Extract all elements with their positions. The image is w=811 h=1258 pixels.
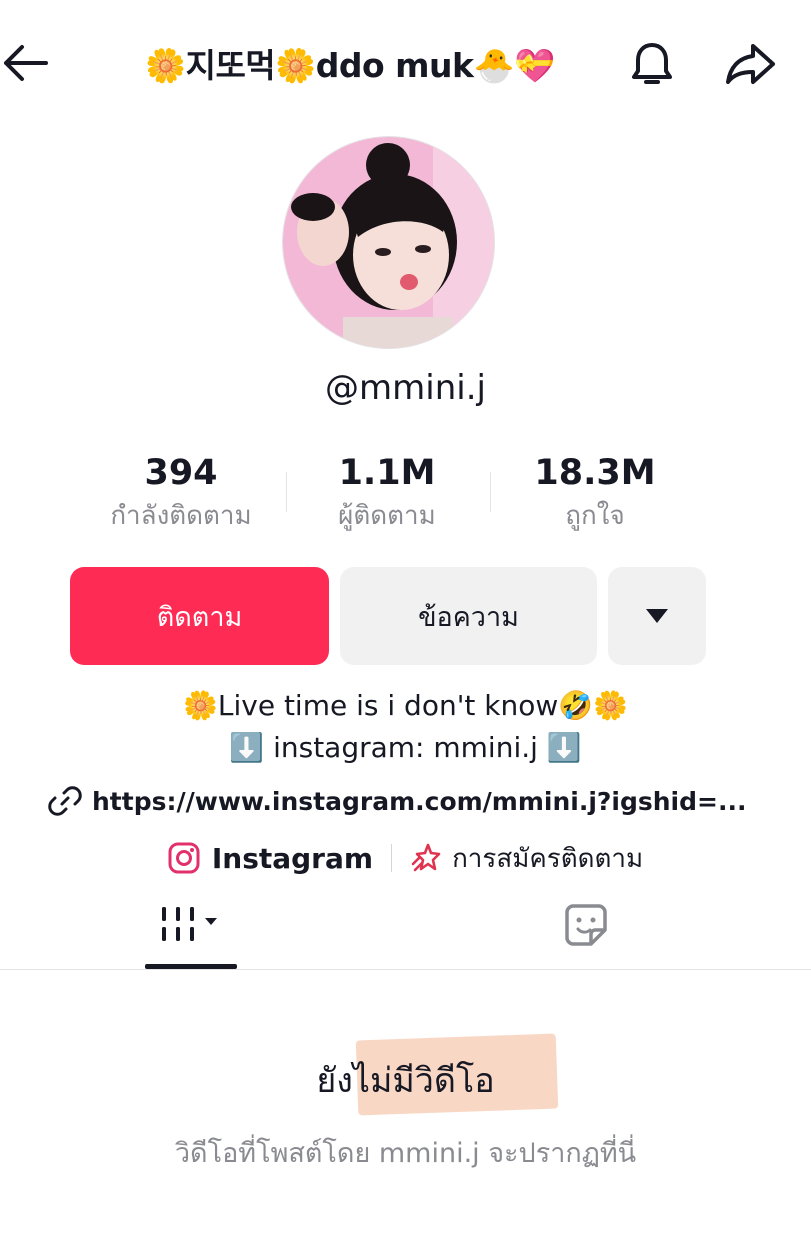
sticker-icon [565, 904, 607, 946]
caret-down-icon [646, 609, 668, 623]
active-tab-indicator [145, 964, 237, 969]
instagram-label: Instagram [211, 841, 374, 875]
notification-button[interactable] [626, 38, 678, 90]
profile-stats: 394 กำลังติดตาม 1.1M ผู้ติดตาม 18.3M ถูก… [0, 450, 811, 540]
stat-likes[interactable]: 18.3M ถูกใจ [520, 450, 670, 536]
follow-button[interactable]: ติดตาม [70, 567, 329, 665]
followers-count: 1.1M [338, 453, 436, 493]
back-arrow-icon [4, 45, 48, 81]
bell-icon [632, 43, 672, 84]
subscription-label: การสมัครติดตาม [452, 843, 644, 874]
empty-state-title: ยังไม่มีวิดีโอ [316, 1061, 495, 1101]
following-label: กำลังติดตาม [110, 501, 252, 531]
bio-line: ⬇️ instagram: mmini.j ⬇️ [229, 731, 582, 764]
empty-state-subtitle: วิดีโอที่โพสต์โดย mmini.j จะปรากฏที่นี่ [174, 1138, 637, 1169]
following-count: 394 [144, 453, 218, 493]
bio-link-text: https://www.instagram.com/mmini.j?igshid… [92, 786, 747, 816]
stat-followers[interactable]: 1.1M ผู้ติดตาม [320, 450, 454, 536]
share-icon [726, 44, 775, 84]
more-button[interactable] [608, 567, 706, 665]
tab-videos[interactable] [145, 895, 237, 969]
link-icon [48, 786, 82, 816]
empty-state: ยังไม่มีวิดีโอ [0, 1055, 811, 1107]
likes-label: ถูกใจ [565, 501, 625, 531]
videos-grid-icon [162, 907, 217, 941]
subscription-star-icon [411, 843, 441, 872]
message-button[interactable]: ข้อความ [340, 567, 597, 665]
instagram-icon [168, 842, 200, 874]
bio-link[interactable]: https://www.instagram.com/mmini.j?igshid… [48, 780, 746, 822]
back-button[interactable] [0, 38, 50, 88]
profile-title: 🌼지또먹🌼ddo muk🐣💝 [145, 46, 555, 85]
instagram-link[interactable]: Instagram [168, 842, 373, 875]
avatar-photo [283, 137, 494, 348]
content-tabs [0, 895, 811, 970]
likes-count: 18.3M [534, 453, 656, 493]
stat-divider [490, 472, 491, 512]
social-links: Instagram การสมัครติดตาม [0, 836, 811, 880]
share-button[interactable] [722, 38, 778, 90]
avatar[interactable] [282, 136, 495, 349]
username: @mmini.j [325, 368, 486, 408]
tab-stickers[interactable] [558, 895, 614, 955]
social-divider [391, 844, 393, 872]
bio-line: 🌼Live time is i don't know🤣🌼 [183, 689, 628, 722]
followers-label: ผู้ติดตาม [338, 501, 436, 531]
stat-divider [286, 472, 287, 512]
subscription-link[interactable]: การสมัครติดตาม [410, 838, 643, 879]
stat-following[interactable]: 394 กำลังติดตาม [104, 450, 258, 536]
top-bar: 🌼지또먹🌼ddo muk🐣💝 [0, 0, 811, 125]
